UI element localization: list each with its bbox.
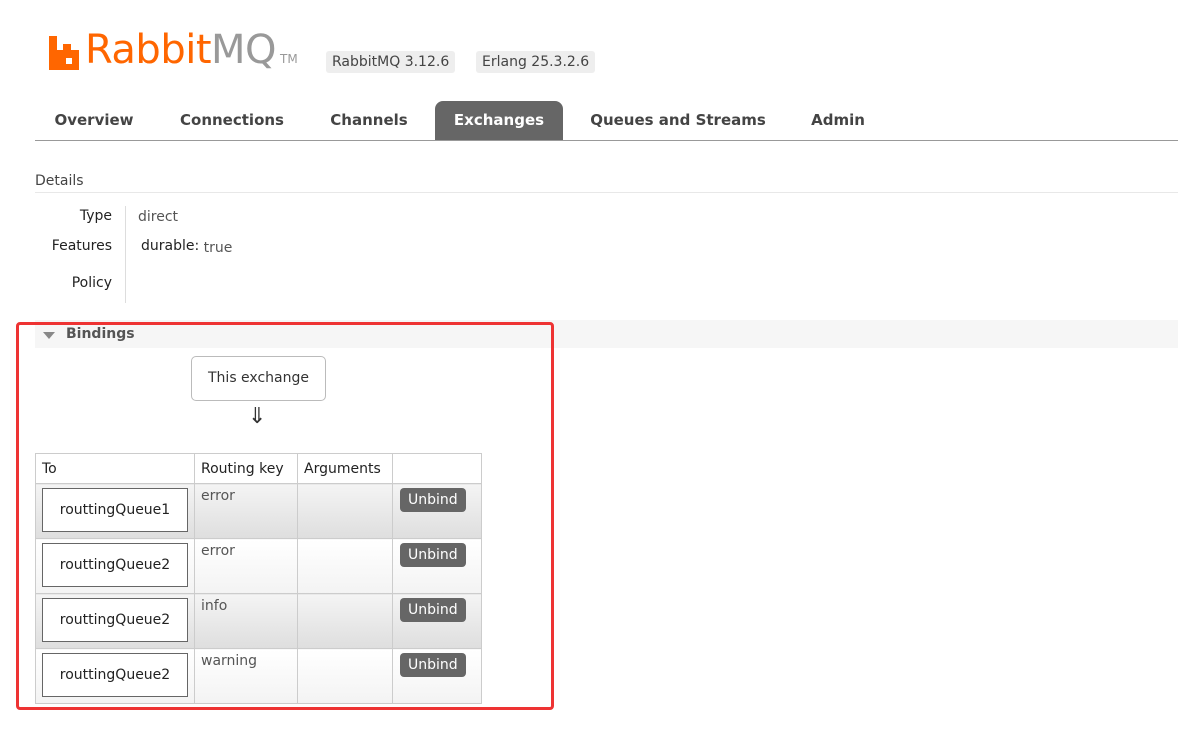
tab-admin[interactable]: Admin <box>797 101 879 140</box>
details-section-title[interactable]: Details <box>35 173 84 189</box>
tab-channels[interactable]: Channels <box>315 101 423 140</box>
bindings-highlight-annotation <box>16 322 554 710</box>
policy-label: Policy <box>71 275 112 291</box>
rabbitmq-logo-icon <box>49 36 79 70</box>
tab-connections[interactable]: Connections <box>165 101 299 140</box>
rabbitmq-version-badge: RabbitMQ 3.12.6 <box>326 51 456 73</box>
tab-overview[interactable]: Overview <box>35 101 153 140</box>
logo-text: RabbitMQ <box>85 27 277 73</box>
durable-feature: durable: true <box>141 238 233 256</box>
tab-queues-and-streams[interactable]: Queues and Streams <box>575 101 781 140</box>
type-label: Type <box>79 208 112 224</box>
type-value: direct <box>138 209 179 225</box>
logo-trademark: TM <box>280 52 298 66</box>
erlang-version-badge: Erlang 25.3.2.6 <box>476 51 596 73</box>
durable-value: true <box>203 240 233 256</box>
details-divider <box>35 192 1178 193</box>
details-column-divider <box>125 206 126 303</box>
main-nav-tabs: Overview Connections Channels Exchanges … <box>35 101 1178 141</box>
rabbitmq-logo[interactable]: RabbitMQ TM <box>49 30 298 70</box>
features-label: Features <box>51 238 112 254</box>
durable-key: durable: <box>141 238 200 254</box>
tab-exchanges[interactable]: Exchanges <box>435 101 563 140</box>
